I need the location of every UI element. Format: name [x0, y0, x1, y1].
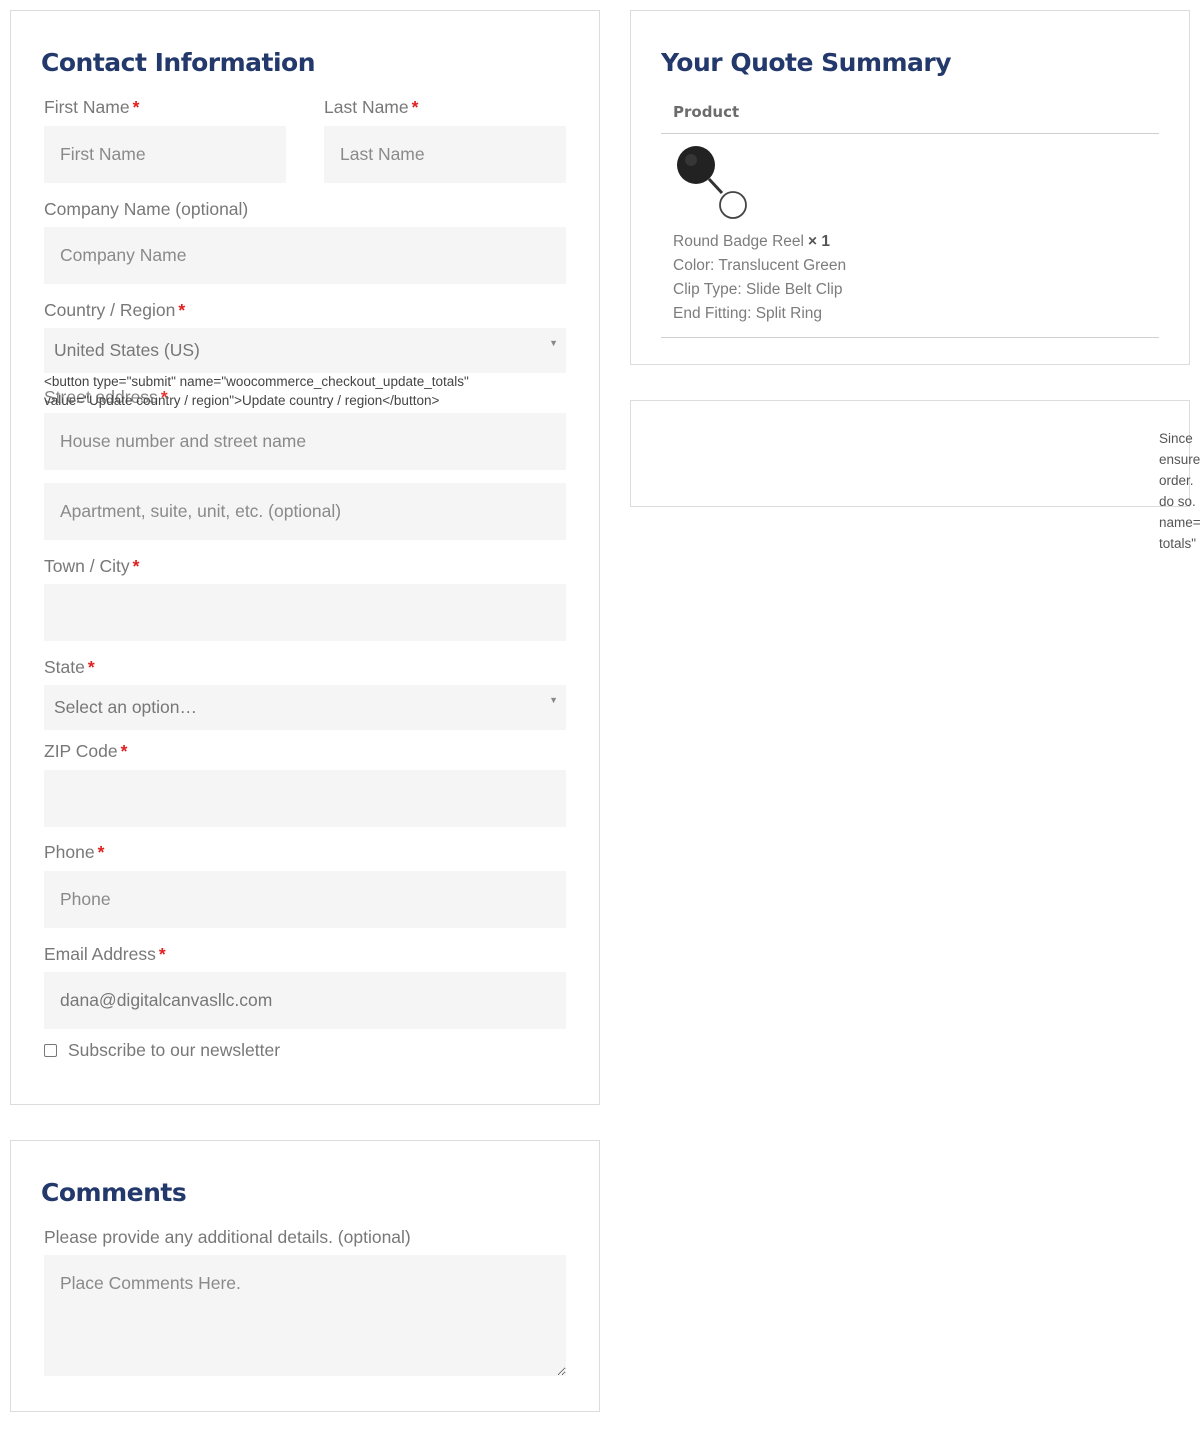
- notice-line: totals": [1159, 536, 1197, 551]
- email-label: Email Address *: [44, 944, 166, 964]
- phone-input[interactable]: [44, 871, 566, 928]
- product-clip-type: Clip Type: Slide Belt Clip: [673, 281, 843, 298]
- country-select[interactable]: United States (US) ▼: [44, 328, 566, 373]
- company-name-label: Company Name (optional): [44, 199, 249, 219]
- product-name: Round Badge Reel × 1: [673, 233, 830, 250]
- apartment-input[interactable]: [44, 483, 566, 540]
- required-marker: *: [132, 556, 140, 576]
- chevron-down-icon: ▼: [549, 695, 558, 705]
- state-label: State *: [44, 657, 95, 677]
- required-marker: *: [97, 842, 105, 862]
- quote-summary-title: Your Quote Summary: [661, 48, 952, 77]
- table-divider: [661, 133, 1159, 134]
- required-marker: *: [158, 944, 166, 964]
- comments-title: Comments: [41, 1178, 187, 1207]
- chevron-down-icon: ▼: [549, 338, 558, 348]
- product-end-fitting: End Fitting: Split Ring: [673, 305, 823, 322]
- first-name-input[interactable]: [44, 126, 286, 183]
- newsletter-label: Subscribe to our newsletter: [68, 1040, 281, 1060]
- required-marker: *: [132, 97, 140, 117]
- state-select-value: Select an option…: [54, 697, 198, 717]
- newsletter-checkbox[interactable]: [44, 1044, 57, 1057]
- email-input[interactable]: [44, 972, 566, 1029]
- last-name-label: Last Name *: [324, 97, 419, 117]
- notice-line: ensure: [1159, 452, 1200, 467]
- city-label: Town / City *: [44, 556, 140, 576]
- last-name-input[interactable]: [324, 126, 566, 183]
- raw-html-line: value="Update country / region">Update c…: [44, 393, 440, 408]
- badge-reel-image: [677, 146, 747, 219]
- country-select-value: United States (US): [54, 340, 200, 360]
- state-select[interactable]: Select an option… ▼: [44, 685, 566, 730]
- product-quantity: × 1: [808, 233, 830, 250]
- overflow-notice-text: Since ensure order. do so. name= totals": [1159, 428, 1200, 554]
- badge-reel-cord: [707, 177, 724, 195]
- city-input[interactable]: [44, 584, 566, 641]
- raw-html-line: <button type="submit" name="woocommerce_…: [44, 374, 469, 389]
- street-address-input[interactable]: [44, 413, 566, 470]
- product-color: Color: Translucent Green: [673, 257, 847, 274]
- zip-code-label: ZIP Code *: [44, 741, 128, 761]
- order-notice-card: [630, 400, 1190, 507]
- zip-code-input[interactable]: [44, 770, 566, 827]
- comments-label: Please provide any additional details. (…: [44, 1227, 411, 1247]
- badge-reel-body: [677, 146, 715, 184]
- contact-information-title: Contact Information: [41, 48, 316, 77]
- comments-textarea[interactable]: [44, 1255, 566, 1376]
- company-name-input[interactable]: [44, 227, 566, 284]
- phone-label: Phone *: [44, 842, 105, 862]
- update-country-raw-html: <button type="submit" name="woocommerce_…: [44, 372, 469, 410]
- required-marker: *: [178, 300, 186, 320]
- required-marker: *: [120, 741, 128, 761]
- notice-line: name=: [1159, 515, 1200, 530]
- notice-line: do so.: [1159, 494, 1196, 509]
- required-marker: *: [411, 97, 419, 117]
- first-name-label: First Name *: [44, 97, 140, 117]
- notice-line: Since: [1159, 431, 1193, 446]
- table-divider: [661, 337, 1159, 338]
- product-column-header: Product: [673, 103, 740, 121]
- country-label: Country / Region *: [44, 300, 186, 320]
- split-ring: [719, 191, 747, 219]
- badge-reel-highlight: [685, 154, 697, 166]
- required-marker: *: [87, 657, 95, 677]
- notice-line: order.: [1159, 473, 1194, 488]
